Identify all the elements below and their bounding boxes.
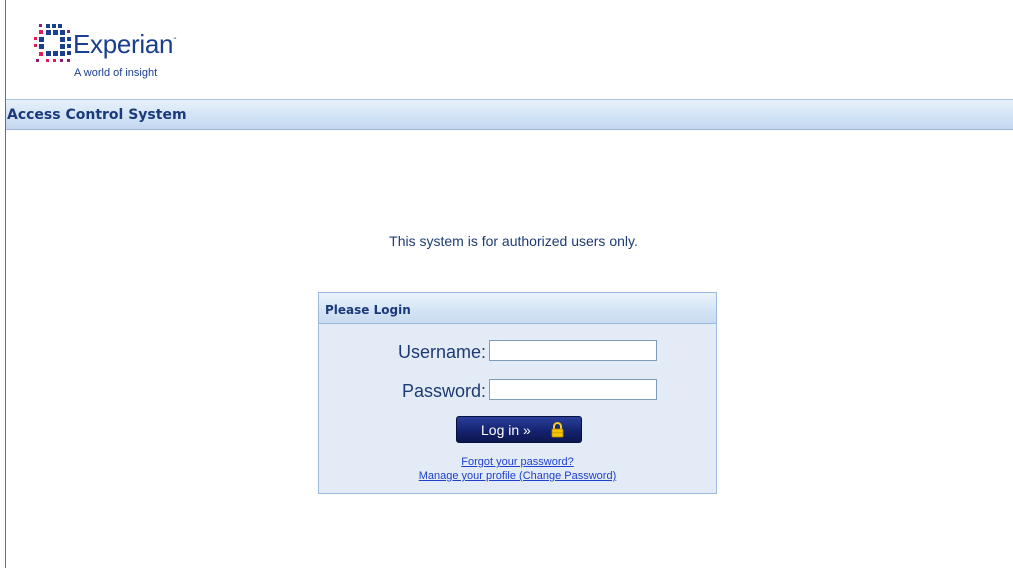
forgot-password-link[interactable]: Forgot your password?	[319, 455, 716, 469]
username-row: Username:	[319, 340, 716, 366]
login-panel: Please Login Username: Password: Log in …	[318, 292, 717, 494]
password-label: Password:	[401, 381, 486, 401]
brand-tagline: A world of insight	[74, 67, 158, 79]
page-frame: Experian- A world of insight Access Cont…	[5, 0, 1013, 568]
username-label: Username:	[397, 342, 486, 362]
password-input[interactable]	[489, 379, 657, 400]
password-row: Password:	[319, 379, 716, 405]
login-button[interactable]: Log in »	[456, 416, 582, 443]
login-panel-title: Please Login	[325, 303, 411, 317]
brand-trademark: -	[173, 33, 177, 44]
username-input[interactable]	[489, 340, 657, 361]
login-panel-header: Please Login	[319, 293, 716, 324]
authorization-notice: This system is for authorized users only…	[389, 233, 638, 249]
title-bar: Access Control System	[6, 99, 1013, 130]
login-button-label: Log in »	[481, 422, 531, 438]
login-links: Forgot your password? Manage your profil…	[319, 455, 716, 483]
experian-dots-logo-icon	[34, 24, 71, 62]
manage-profile-link[interactable]: Manage your profile (Change Password)	[319, 469, 716, 483]
brand-wordmark: Experian-	[73, 29, 177, 60]
experian-logo: Experian- A world of insight	[34, 22, 234, 92]
page-title: Access Control System	[7, 107, 187, 123]
lock-icon	[551, 422, 564, 438]
brand-name: Experian	[73, 29, 174, 59]
